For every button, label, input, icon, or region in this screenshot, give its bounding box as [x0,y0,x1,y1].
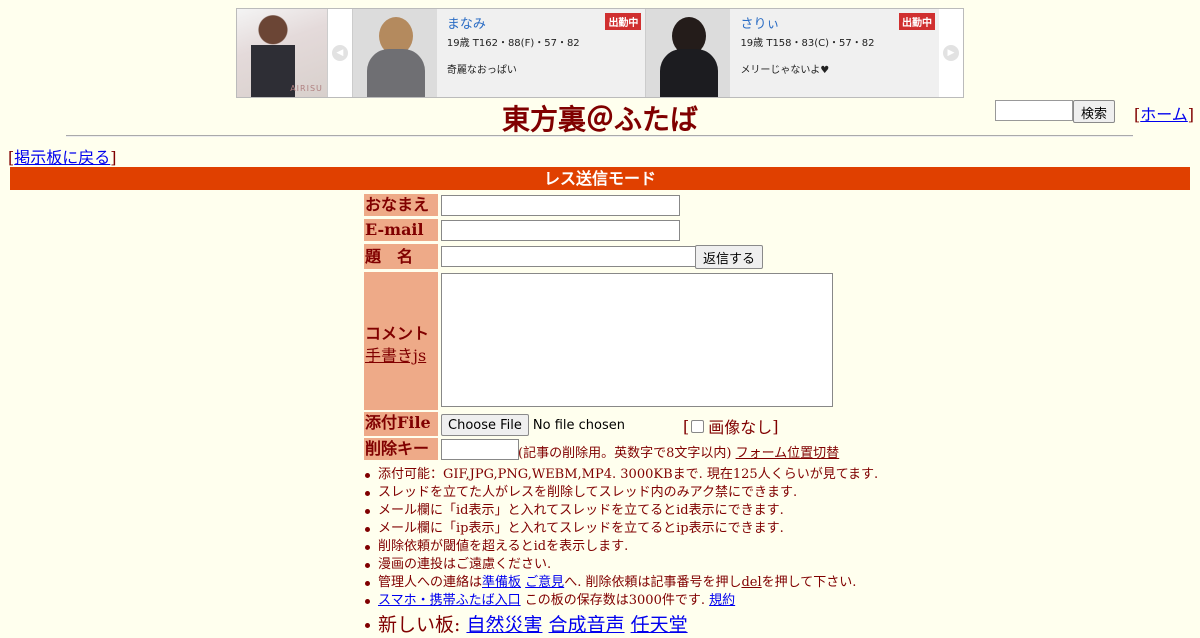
del-link[interactable]: del [741,575,761,590]
search-form: 検索 [995,100,1116,123]
new-board-link[interactable]: 自然災害 [466,614,542,636]
list-item: 漫画の連投はご遠慮ください. [362,556,878,574]
rule-text: 管理人への連絡は [378,575,483,590]
chevron-right-icon: ▶ [943,45,960,61]
banner-next-button[interactable]: ▶ [939,9,963,97]
ad-banner[interactable]: AIRISU ◀ まなみ 19歳 T162・88(F)・57・82 奇麗なおっぱ… [236,8,964,98]
girl-comment: 奇麗なおっぱい [446,65,517,76]
chevron-left-icon: ◀ [331,45,348,61]
rule-text: メール欄に「ip表示」と入れてスレッドを立てるとip表示にできます. [378,521,784,536]
name-input[interactable] [441,195,680,216]
girl-spec: 19歳 T162・88(F)・57・82 [446,38,580,49]
feedback-link[interactable]: ご意見 [525,575,564,590]
girl-info: さりぃ 19歳 T158・83(C)・57・82 メリーじゃないよ♥ 出勤中 [730,9,939,97]
girl-spec: 19歳 T158・83(C)・57・82 [740,38,875,49]
delete-key-label: 削除キー [364,438,438,460]
back-link-wrapper: [掲示板に戻る] [8,148,117,167]
home-link[interactable]: ホーム [1140,105,1188,124]
banner-girl-card[interactable]: まなみ 19歳 T162・88(F)・57・82 奇麗なおっぱい 出勤中 [351,9,646,97]
file-picker: Choose File No file chosen [441,414,625,436]
banner-prev-button[interactable]: ◀ [327,9,352,97]
reply-mode-bar: レス送信モード [10,167,1190,190]
junbi-board-link[interactable]: 準備板 [482,575,521,590]
list-item: 添付可能：GIF,JPG,PNG,WEBM,MP4. 3000KBまで. 現在1… [362,466,878,484]
list-item: メール欄に「ip表示」と入れてスレッドを立てるとip表示にできます. [362,520,878,538]
subject-label: 題 名 [364,244,438,269]
working-badge: 出勤中 [899,13,936,30]
board-rules-list: 添付可能：GIF,JPG,PNG,WEBM,MP4. 3000KBまで. 現在1… [362,466,878,638]
search-button[interactable]: 検索 [1073,100,1116,123]
list-item: メール欄に「id表示」と入れてスレッドを立てるとid表示にできます. [362,502,878,520]
shop-model-figure [251,15,295,97]
rule-text: 削除依頼が閾値を超えるとidを表示します. [378,539,629,554]
girl-photo [646,9,731,97]
new-board-link[interactable]: 合成音声 [549,614,625,636]
no-file-text: No file chosen [532,417,625,433]
rule-text: へ. 削除依頼は記事番号を押し [564,575,742,590]
list-item: 削除依頼が閾値を超えるとidを表示します. [362,538,878,556]
new-board-link[interactable]: 任天堂 [631,614,688,636]
email-label: E-mail [364,219,438,241]
choose-file-button[interactable]: Choose File [441,414,529,436]
rule-text: を押して下さい. [761,575,857,590]
subject-input[interactable] [441,246,698,267]
header-divider [66,135,1133,137]
email-input[interactable] [441,220,680,241]
shop-ad-image[interactable]: AIRISU [237,9,328,97]
list-item: スレッドを立てた人がレスを削除してスレッド内のみアク禁にできます. [362,484,878,502]
list-item: 管理人への連絡は準備板 ご意見へ. 削除依頼は記事番号を押しdelを押して下さい… [362,574,878,592]
comment-label: コメント [365,324,430,343]
delete-key-note-wrapper: (記事の削除用。英数字で8文字以内) フォーム位置切替 [518,442,839,461]
girl-comment: メリーじゃないよ♥ [740,65,830,76]
handwriting-link[interactable]: 手書きjs [365,342,426,366]
home-link-wrapper: [ホーム] [1134,105,1195,124]
search-input[interactable] [995,100,1073,121]
submit-reply-button[interactable]: 返信する [695,245,764,269]
rule-text: この板の保存数は3000件です. [524,593,705,608]
file-label: 添付File [364,412,438,436]
comment-textarea[interactable] [441,273,833,407]
no-image-option: [画像なし] [683,414,779,438]
girl-info: まなみ 19歳 T162・88(F)・57・82 奇麗なおっぱい 出勤中 [437,9,646,97]
back-to-board-link[interactable]: 掲示板に戻る [14,148,110,167]
banner-girl-card[interactable]: さりぃ 19歳 T158・83(C)・57・82 メリーじゃないよ♥ 出勤中 [645,9,940,97]
list-item: スマホ・携帯ふたば入口 この板の保存数は3000件です. 規約 [362,592,878,610]
comment-label-cell: コメント 手書きjs [364,272,438,410]
delete-key-note: (記事の削除用。英数字で8文字以内) [518,446,732,461]
girl-photo-body [660,49,719,97]
list-item: 新しい板: 自然災害 合成音声 任天堂 [362,612,878,638]
no-image-checkbox[interactable] [691,419,705,433]
rule-text: スレッドを立てた人がレスを削除してスレッド内のみアク禁にできます. [378,485,798,500]
form-position-toggle-link[interactable]: フォーム位置切替 [736,446,840,461]
shop-logo: AIRISU [290,84,323,93]
girl-photo [352,9,437,97]
rule-text: 漫画の連投はご遠慮ください. [378,557,552,572]
mobile-entrance-link[interactable]: スマホ・携帯ふたば入口 [378,593,521,608]
rule-text: 添付可能：GIF,JPG,PNG,WEBM,MP4. 3000KBまで. 現在1… [378,467,879,482]
name-label: おなまえ [364,194,438,216]
rule-text: メール欄に「id表示」と入れてスレッドを立てるとid表示にできます. [378,503,784,518]
new-boards-label: 新しい板: [378,614,461,636]
delete-key-input[interactable] [441,439,519,460]
no-image-label[interactable]: 画像なし [708,414,772,438]
terms-link[interactable]: 規約 [709,593,735,608]
working-badge: 出勤中 [605,13,642,30]
girl-photo-body [366,49,425,97]
